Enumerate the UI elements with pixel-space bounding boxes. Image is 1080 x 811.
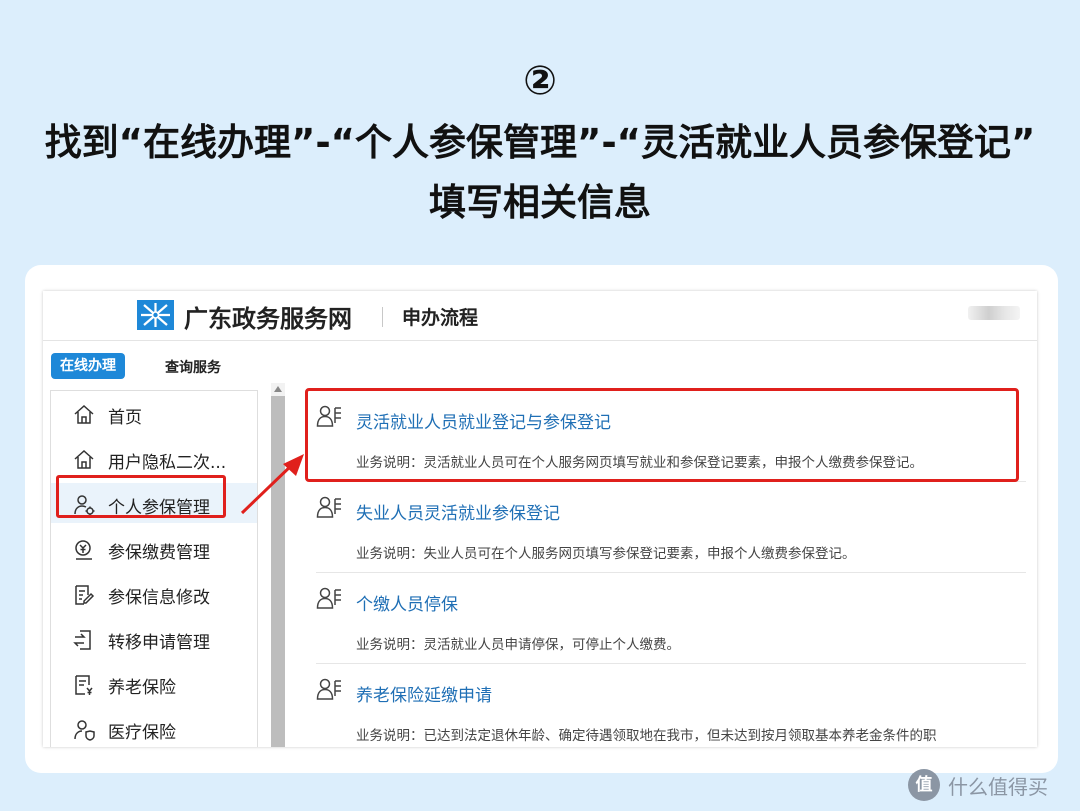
watermark-text: 什么值得买 <box>948 775 1048 799</box>
sidebar-item-medical[interactable]: 医疗保险 <box>51 708 257 747</box>
sidebar-item-label: 参保信息修改 <box>108 588 210 608</box>
site-name[interactable]: 广东政务服务网 <box>184 299 352 334</box>
content-scrollbar[interactable] <box>271 383 285 747</box>
service-list: 灵活就业人员就业登记与参保登记 业务说明：灵活就业人员可在个人服务网页填写就业和… <box>303 383 1037 747</box>
service-name[interactable]: 养老保险延缴申请 <box>356 681 492 706</box>
home-icon <box>74 449 94 469</box>
sidebar-item-label: 养老保险 <box>108 678 176 698</box>
instruction-line-2: 填写相关信息 <box>429 181 651 224</box>
sidebar-item-label: 参保缴费管理 <box>108 543 210 563</box>
step-number: ② <box>523 58 557 104</box>
service-description: 业务说明：已达到法定退休年龄、确定待遇领取地在我市，但未达到按月领取基本养老金条… <box>356 728 937 744</box>
instruction-line-1: 找到“在线办理”-“个人参保管理”-“灵活就业人员参保登记” <box>44 121 1036 164</box>
sidebar-item-privacy[interactable]: 用户隐私二次... <box>51 438 257 478</box>
sidebar-item-label: 转移申请管理 <box>108 633 210 653</box>
service-description: 业务说明：灵活就业人员申请停保，可停止个人缴费。 <box>356 637 680 653</box>
person-shield-icon <box>74 720 95 741</box>
section-title: 申办流程 <box>402 307 479 329</box>
sidebar-item-label: 首页 <box>108 408 142 428</box>
document-yen-icon <box>75 675 93 695</box>
portal-header: 广东政务服务网 申办流程 <box>43 291 1037 341</box>
scroll-up-icon[interactable] <box>274 386 282 392</box>
service-item[interactable]: 失业人员灵活就业参保登记 业务说明：失业人员可在个人服务网页填写参保登记要素，申… <box>316 482 1026 573</box>
service-item[interactable]: 养老保险延缴申请 业务说明：已达到法定退休年龄、确定待遇领取地在我市，但未达到按… <box>316 664 1026 747</box>
portal-screenshot: 广东政务服务网 申办流程 在线办理 查询服务 首页 用户隐私二次... 个人参保… <box>43 291 1037 747</box>
sidebar-item-payment[interactable]: 参保缴费管理 <box>51 528 257 568</box>
sidebar-item-label: 医疗保险 <box>108 723 176 743</box>
watermark-logo: 值 <box>908 769 940 801</box>
service-person-icon <box>316 678 341 700</box>
service-name[interactable]: 失业人员灵活就业参保登记 <box>356 499 560 524</box>
home-icon <box>74 404 94 424</box>
pointer-arrow-icon <box>240 454 304 515</box>
service-item[interactable]: 个缴人员停保 业务说明：灵活就业人员申请停保，可停止个人缴费。 <box>316 573 1026 664</box>
transfer-icon <box>73 630 91 650</box>
service-description: 业务说明：失业人员可在个人服务网页填写参保登记要素，申报个人缴费参保登记。 <box>356 546 856 562</box>
sidebar: 首页 用户隐私二次... 个人参保管理 参保缴费管理 参保信息修改 转移申请管理… <box>50 390 258 747</box>
header-divider <box>382 307 383 327</box>
sidebar-item-pension[interactable]: 养老保险 <box>51 663 257 703</box>
sidebar-item-transfer[interactable]: 转移申请管理 <box>51 618 257 658</box>
sidebar-item-home[interactable]: 首页 <box>51 393 257 433</box>
service-person-icon <box>316 496 341 518</box>
service-highlight-box <box>305 388 1019 482</box>
payment-icon <box>75 540 92 560</box>
sidebar-item-label: 用户隐私二次... <box>108 453 227 473</box>
portal-logo-icon <box>137 300 174 330</box>
sidebar-item-info-edit[interactable]: 参保信息修改 <box>51 573 257 613</box>
sidebar-highlight-box <box>56 475 226 518</box>
edit-document-icon <box>75 585 95 605</box>
service-name[interactable]: 个缴人员停保 <box>356 590 458 615</box>
user-account[interactable] <box>968 306 1020 320</box>
scrollbar-thumb[interactable] <box>271 396 285 747</box>
tab-query-service[interactable]: 查询服务 <box>165 357 221 377</box>
service-person-icon <box>316 587 341 609</box>
tab-online-handling[interactable]: 在线办理 <box>51 353 125 379</box>
